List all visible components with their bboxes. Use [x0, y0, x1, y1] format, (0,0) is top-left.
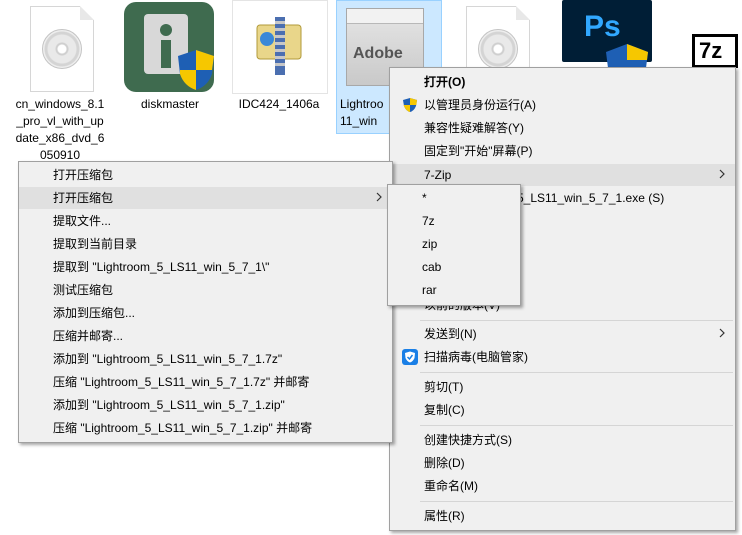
- menu-item-virus-scan[interactable]: 扫描病毒(电脑管家): [390, 346, 735, 368]
- file-label: diskmaster: [140, 97, 199, 111]
- chevron-right-icon: [376, 192, 382, 202]
- chevron-right-icon: [719, 169, 725, 179]
- disc-document-icon: [30, 6, 94, 92]
- zip-item-compress-zip-email[interactable]: 压缩 "Lightroom_5_LS11_win_5_7_1.zip" 并邮寄: [19, 417, 392, 439]
- type-item-cab[interactable]: cab: [388, 256, 520, 278]
- menu-item-compat-troubleshoot[interactable]: 兼容性疑难解答(Y): [390, 117, 735, 139]
- menu-separator: [420, 320, 733, 321]
- 7zip-submenu: 打开压缩包 打开压缩包 提取文件... 提取到当前目录 提取到 "Lightro…: [18, 161, 393, 443]
- type-item-rar[interactable]: rar: [388, 279, 520, 301]
- file-label: Lightroo 11_win: [340, 97, 384, 128]
- menu-item-rename[interactable]: 重命名(M): [390, 475, 735, 497]
- menu-item-create-shortcut[interactable]: 创建快捷方式(S): [390, 429, 735, 451]
- menu-separator: [420, 501, 733, 502]
- winzip-archive-icon: [232, 0, 328, 94]
- chevron-right-icon: [719, 328, 725, 338]
- menu-separator: [420, 372, 733, 373]
- menu-item-open[interactable]: 打开(O): [390, 71, 735, 93]
- 7zip-icon: 7z: [692, 34, 738, 68]
- 7zip-icon-text: 7z: [699, 38, 723, 63]
- type-item-any[interactable]: *: [388, 187, 520, 209]
- zip-item-extract-files[interactable]: 提取文件...: [19, 210, 392, 232]
- menu-item-send-to[interactable]: 发送到(N): [390, 323, 735, 345]
- menu-item-properties[interactable]: 属性(R): [390, 505, 735, 527]
- zip-item-test-archive[interactable]: 测试压缩包: [19, 279, 392, 301]
- menu-item-delete[interactable]: 删除(D): [390, 452, 735, 474]
- file-label: IDC424_1406a: [238, 97, 320, 111]
- archive-type-submenu: * 7z zip cab rar: [387, 184, 521, 306]
- menu-separator: [420, 425, 733, 426]
- zip-item-compress-and-email[interactable]: 压缩并邮寄...: [19, 325, 392, 347]
- menu-item-run-as-admin[interactable]: 以管理员身份运行(A): [390, 94, 735, 116]
- zip-item-add-to-archive[interactable]: 添加到压缩包...: [19, 302, 392, 324]
- diskmaster-app-icon: [124, 2, 214, 92]
- type-item-zip[interactable]: zip: [388, 233, 520, 255]
- tencent-pc-manager-icon: [402, 349, 418, 365]
- zip-item-open-archive[interactable]: 打开压缩包: [19, 164, 392, 186]
- file-label: cn_windows_8.1 _pro_vl_with_up date_x86_…: [15, 97, 105, 162]
- zip-item-open-archive-as[interactable]: 打开压缩包: [19, 187, 392, 209]
- zip-item-add-to-7z[interactable]: 添加到 "Lightroom_5_LS11_win_5_7_1.7z": [19, 348, 392, 370]
- menu-item-pin-to-start[interactable]: 固定到"开始"屏幕(P): [390, 140, 735, 162]
- uac-shield-icon: [402, 97, 418, 113]
- zip-item-add-to-zip[interactable]: 添加到 "Lightroom_5_LS11_win_5_7_1.zip": [19, 394, 392, 416]
- zip-item-compress-7z-email[interactable]: 压缩 "Lightroom_5_LS11_win_5_7_1.7z" 并邮寄: [19, 371, 392, 393]
- zip-item-extract-to-folder[interactable]: 提取到 "Lightroom_5_LS11_win_5_7_1\": [19, 256, 392, 278]
- menu-item-copy[interactable]: 复制(C): [390, 399, 735, 421]
- menu-item-cut[interactable]: 剪切(T): [390, 376, 735, 398]
- menu-item-7zip[interactable]: 7-Zip: [390, 164, 735, 186]
- zip-item-extract-here[interactable]: 提取到当前目录: [19, 233, 392, 255]
- photoshop-icon-text: Ps: [584, 10, 621, 43]
- type-item-7z[interactable]: 7z: [388, 210, 520, 232]
